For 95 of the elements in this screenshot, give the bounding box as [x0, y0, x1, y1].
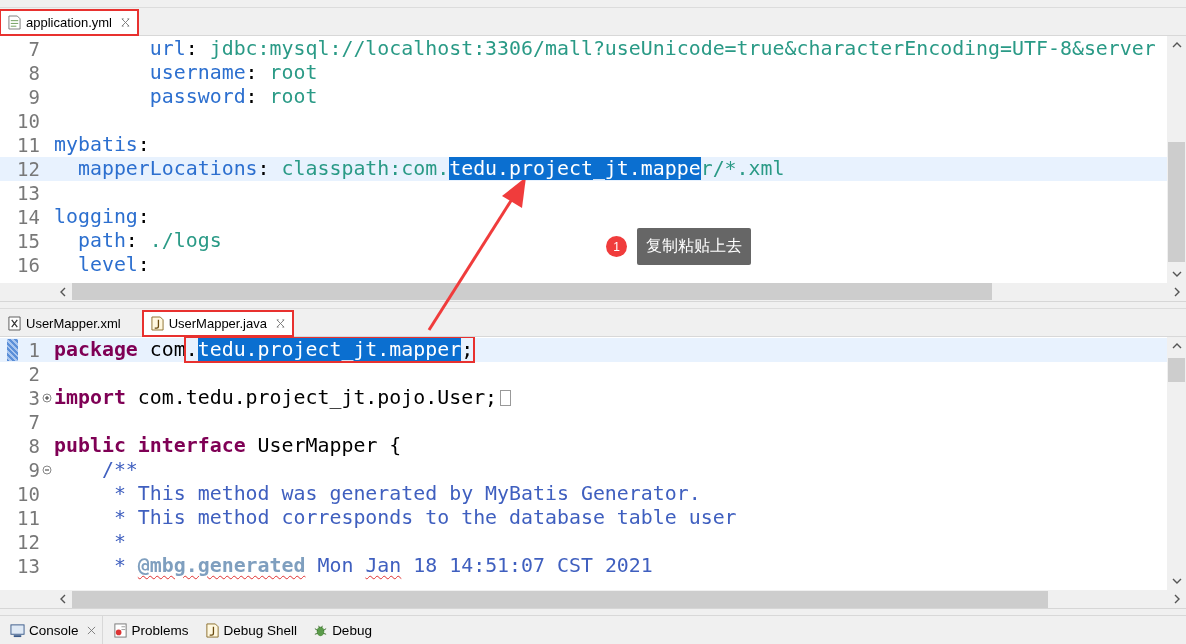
- scroll-left-icon[interactable]: [60, 594, 66, 604]
- folded-code-icon[interactable]: [500, 389, 512, 406]
- callout-tooltip: 复制粘贴上去: [637, 228, 751, 265]
- monitor-icon: [10, 622, 25, 638]
- scroll-down-icon[interactable]: [1171, 270, 1182, 277]
- code-token: :: [137, 133, 150, 157]
- editor-tab[interactable]: UserMapper.java: [142, 310, 293, 336]
- code-token: :: [185, 37, 199, 61]
- line-number: 12: [16, 530, 40, 553]
- vertical-scrollbar[interactable]: [1167, 35, 1186, 283]
- code-token: com.tedu.project_jt.pojo.User;: [136, 386, 498, 409]
- collapse-icon[interactable]: [42, 464, 52, 475]
- view-tab[interactable]: Problems: [110, 616, 195, 644]
- line-number: 3: [27, 386, 40, 409]
- line-number: 11: [16, 133, 40, 156]
- code-token: classpath:com.: [281, 157, 450, 181]
- line-number: 14: [16, 205, 40, 228]
- line-number: 10: [16, 109, 40, 132]
- code-token: root: [269, 85, 318, 109]
- code-token: :: [137, 205, 150, 229]
- code-token: Jan: [365, 554, 402, 577]
- line-number: 2: [27, 362, 40, 385]
- code-token: /**: [100, 458, 138, 481]
- code-token: UserMapper {: [256, 434, 402, 457]
- line-number: 8: [27, 61, 40, 84]
- line-number: 10: [16, 482, 40, 505]
- code-token: :: [137, 253, 150, 277]
- close-icon[interactable]: [121, 17, 130, 27]
- scroll-right-icon[interactable]: [1174, 286, 1180, 297]
- code-token: .: [185, 338, 198, 361]
- view-tab[interactable]: Console: [8, 616, 103, 644]
- close-icon[interactable]: [275, 318, 285, 328]
- code-token: jdbc:mysql://localhost:3306/mall?useUnicode=true&characterEncoding=UTF-8&server: [209, 37, 1156, 61]
- code-token: path: [76, 229, 126, 253]
- code-token: root: [269, 61, 318, 85]
- line-number: 9: [27, 458, 40, 481]
- code-token: *: [112, 554, 127, 577]
- code-token: mapperLocations: [76, 157, 258, 181]
- selected-code: tedu.project_jt.mappe: [449, 157, 701, 181]
- scrollbar-thumb[interactable]: [1168, 357, 1185, 382]
- java-file-icon: [150, 315, 164, 331]
- scroll-left-icon[interactable]: [60, 286, 66, 297]
- line-number: 11: [16, 506, 40, 529]
- problems-icon: [112, 622, 128, 638]
- code-token: mybatis: [54, 133, 138, 157]
- line-number: 7: [27, 410, 40, 433]
- scroll-right-icon[interactable]: [1174, 594, 1180, 604]
- code-token: ./logs: [149, 229, 222, 253]
- file-icon: [8, 14, 21, 30]
- line-number: 13: [16, 181, 40, 204]
- line-number: 16: [16, 253, 40, 276]
- editor-tab[interactable]: UserMapper.xml: [0, 310, 129, 336]
- scroll-up-icon[interactable]: [1171, 342, 1182, 349]
- code-token: level: [76, 253, 138, 277]
- xml-file-icon: [8, 315, 21, 331]
- line-number: 13: [16, 554, 40, 577]
- code-token: url: [148, 37, 186, 61]
- scroll-down-icon[interactable]: [1171, 578, 1182, 584]
- code-token: :: [245, 61, 259, 85]
- code-token: r/*.xml: [700, 157, 785, 181]
- code-token: *: [112, 530, 126, 553]
- code-token: import: [54, 386, 126, 409]
- line-number: 9: [27, 85, 40, 108]
- code-token: ;: [461, 338, 474, 361]
- expand-icon[interactable]: [42, 392, 52, 403]
- code-token: * This method corresponds to the database table user: [112, 506, 737, 529]
- scroll-up-icon[interactable]: [1171, 41, 1182, 48]
- vertical-scrollbar[interactable]: [1167, 336, 1186, 590]
- scrollbar-thumb[interactable]: [72, 590, 1048, 608]
- code-token: password: [148, 85, 246, 109]
- code-token: username: [148, 61, 246, 85]
- close-icon[interactable]: [86, 625, 96, 635]
- line-number: 8: [27, 434, 40, 457]
- code-token: public: [54, 434, 126, 457]
- line-number: 7: [27, 37, 40, 60]
- code-token: logging: [54, 205, 138, 229]
- scrollbar-thumb[interactable]: [72, 283, 992, 300]
- code-token: :: [257, 157, 271, 181]
- code-token: interface: [136, 434, 246, 457]
- line-number: 15: [16, 229, 40, 252]
- code-token: :: [245, 85, 259, 109]
- code-token: :: [125, 229, 139, 253]
- view-tab[interactable]: Debug Shell: [202, 616, 304, 644]
- code-token: package: [54, 338, 138, 361]
- code-token: @mbg.generated: [137, 554, 306, 577]
- line-number: 1: [27, 338, 40, 361]
- line-number: 12: [16, 157, 40, 180]
- editor-tab[interactable]: application.yml: [0, 9, 138, 35]
- code-token: 18 14:51:07 CST 2021: [412, 554, 653, 577]
- code-token: Mon: [316, 554, 355, 577]
- selected-code: tedu.project_jt.mapper: [197, 338, 462, 361]
- java-file-icon: [204, 622, 220, 638]
- code-token: * This method was generated by MyBatis Generator.: [112, 482, 701, 505]
- scrollbar-thumb[interactable]: [1168, 141, 1185, 262]
- view-tab[interactable]: Debug: [311, 616, 378, 644]
